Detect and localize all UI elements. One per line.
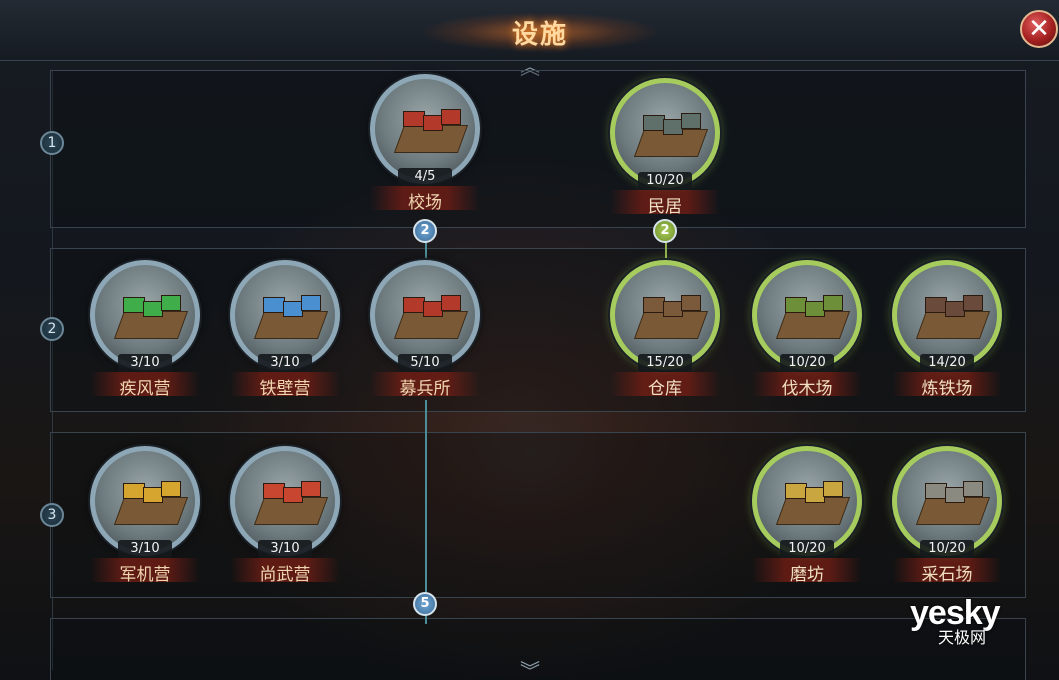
building-icon [633,109,709,157]
building-roof [143,487,163,503]
facility-name: 军机营 [119,565,171,585]
facility-level: 5/10 [398,354,452,372]
scroll-down-icon[interactable]: ︾ [510,661,550,680]
building-roof [263,297,285,313]
facility-name: 尚武营 [259,565,311,585]
building-roof [823,295,843,311]
facility-level: 3/10 [258,540,312,558]
requirement-badge: 5 [413,592,437,616]
building-roof [283,301,303,317]
building-icon [113,291,189,339]
building-roof [423,301,443,317]
facility-name: 磨坊 [790,565,824,585]
facility-name: 铁壁营 [259,379,311,399]
facilities-screen: 设施 ✕ ︽ 1 2 3 2 2 5 4/5 校场 10/20 民居 3/10 疾风营 3/… [0,0,1059,680]
row-number-badge: 1 [40,131,64,155]
facility-card[interactable]: 3/10 疾风营 [86,260,204,400]
building-roof [785,297,807,313]
facility-card[interactable]: 15/20 仓库 [606,260,724,400]
building-icon [775,291,851,339]
building-roof [945,487,965,503]
connector-line [425,400,427,624]
facility-level: 10/20 [638,172,692,190]
facility-name: 疾风营 [119,379,171,399]
facility-name: 炼铁场 [921,379,973,399]
facility-name: 民居 [648,197,682,217]
facility-level: 4/5 [398,168,452,186]
facility-level: 10/20 [920,540,974,558]
close-icon: ✕ [1028,14,1050,44]
building-roof [423,115,443,131]
facility-card[interactable]: 5/10 募兵所 [366,260,484,400]
building-roof [663,119,683,135]
facility-level: 3/10 [118,540,172,558]
facility-name: 采石场 [921,565,973,585]
building-icon [253,291,329,339]
building-icon [915,291,991,339]
facility-card[interactable]: 10/20 民居 [606,78,724,218]
row-number-badge: 3 [40,503,64,527]
building-icon [393,105,469,153]
building-roof [945,301,965,317]
building-roof [283,487,303,503]
facility-level: 15/20 [638,354,692,372]
building-roof [441,295,461,311]
facility-name: 募兵所 [399,379,451,399]
building-roof [823,481,843,497]
facility-card[interactable]: 14/20 炼铁场 [888,260,1006,400]
facility-card[interactable]: 3/10 尚武营 [226,446,344,586]
building-roof [925,483,947,499]
facility-name: 校场 [408,193,442,213]
row-panel-1 [50,70,1026,228]
requirement-badge: 2 [653,219,677,243]
facility-name: 仓库 [648,379,682,399]
facility-level: 3/10 [118,354,172,372]
facility-level: 10/20 [780,540,834,558]
building-roof [441,109,461,125]
building-icon [113,477,189,525]
requirement-badge: 2 [413,219,437,243]
building-roof [263,483,285,499]
row-number-badge: 2 [40,317,64,341]
building-roof [123,297,145,313]
facility-level: 14/20 [920,354,974,372]
building-roof [161,295,181,311]
watermark-logo: yesky 天极网 [900,594,1050,650]
building-roof [301,295,321,311]
facility-name: 伐木场 [781,379,833,399]
close-button[interactable]: ✕ [1020,10,1058,48]
watermark-subtext: 天极网 [938,628,987,647]
building-roof [403,111,425,127]
building-roof [301,481,321,497]
facility-level: 3/10 [258,354,312,372]
building-roof [805,301,825,317]
building-roof [681,113,701,129]
building-icon [775,477,851,525]
building-icon [253,477,329,525]
building-roof [663,301,683,317]
building-roof [643,115,665,131]
building-roof [925,297,947,313]
building-roof [785,483,807,499]
building-roof [805,487,825,503]
building-roof [123,483,145,499]
building-icon [393,291,469,339]
building-roof [643,297,665,313]
building-roof [963,481,983,497]
building-roof [403,297,425,313]
facility-card[interactable]: 10/20 伐木场 [748,260,866,400]
facility-card[interactable]: 3/10 铁壁营 [226,260,344,400]
facility-card[interactable]: 10/20 磨坊 [748,446,866,586]
building-roof [143,301,163,317]
facility-level: 10/20 [780,354,834,372]
page-title: 设施 [511,20,568,50]
building-roof [161,481,181,497]
facility-card[interactable]: 3/10 军机营 [86,446,204,586]
facility-card[interactable]: 4/5 校场 [366,74,484,214]
building-roof [681,295,701,311]
facility-card[interactable]: 10/20 采石场 [888,446,1006,586]
building-icon [915,477,991,525]
building-icon [633,291,709,339]
building-roof [963,295,983,311]
